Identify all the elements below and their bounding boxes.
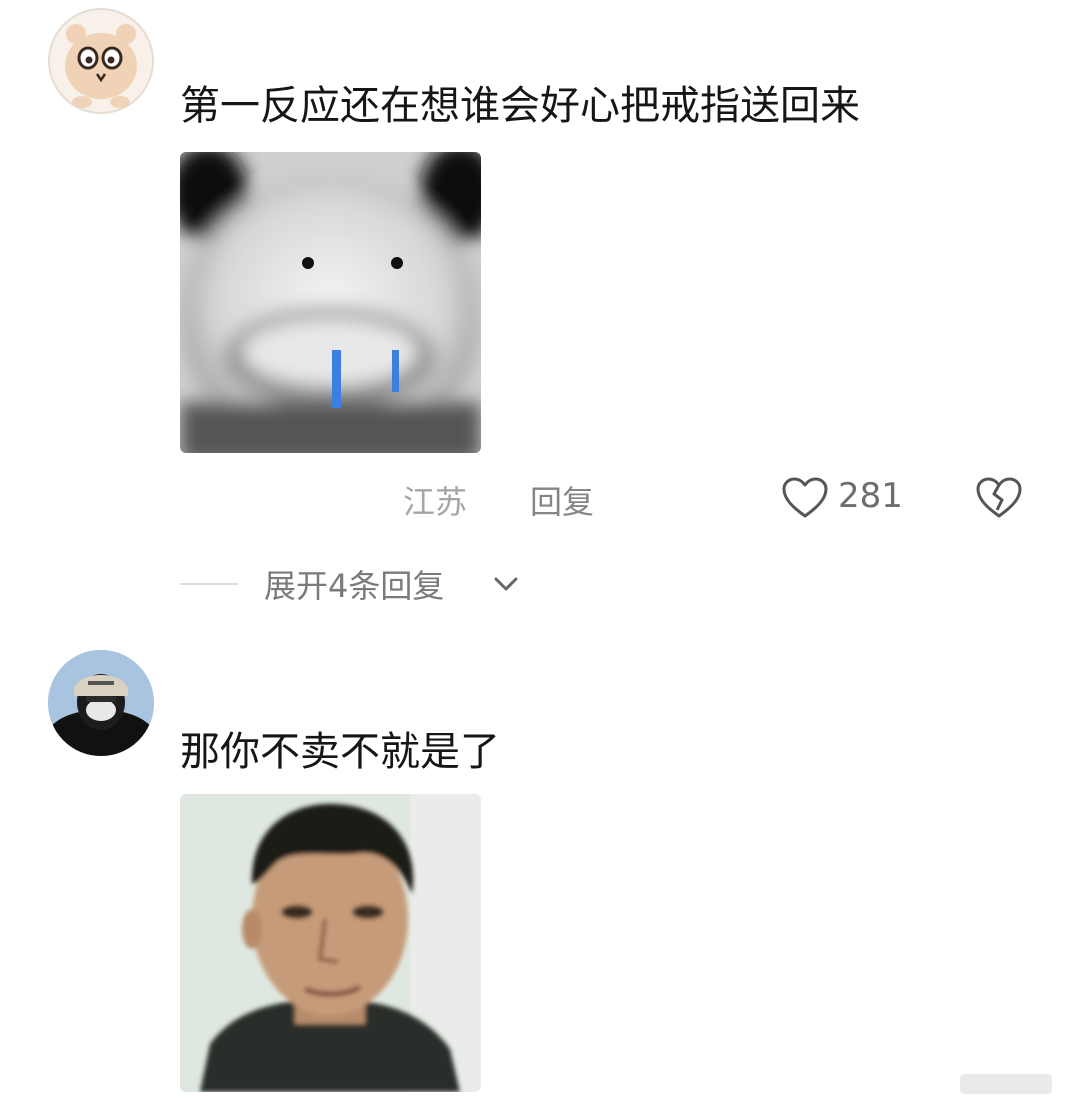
comment-image[interactable]: [180, 152, 481, 453]
avatar[interactable]: [48, 8, 154, 114]
watermark: [960, 1074, 1052, 1094]
avatar[interactable]: [48, 650, 154, 756]
comment-meta: 江苏 回复 281: [0, 474, 1080, 524]
expand-replies-row[interactable]: 展开4条回复: [0, 559, 1080, 609]
like-count: 281: [838, 476, 903, 516]
chevron-down-icon[interactable]: [491, 569, 521, 599]
bear-avatar-icon: [48, 8, 154, 114]
comment-2: 那你不卖不就是了: [0, 640, 1080, 1098]
reply-button[interactable]: 回复: [530, 477, 594, 523]
comment-1: 第一反应还在想谁会好心把戒指送回来 江苏 回复 281 展开4条回复: [0, 0, 1080, 620]
masked-person-avatar-icon: [48, 650, 154, 756]
expand-replies-button[interactable]: 展开4条回复: [264, 561, 444, 607]
location-label: 江苏: [403, 483, 468, 521]
comment-image[interactable]: [180, 794, 481, 1092]
like-heart-icon[interactable]: [781, 476, 829, 520]
crying-panda-sticker-icon: [180, 152, 481, 453]
dislike-broken-heart-icon[interactable]: [975, 476, 1023, 520]
divider-line: [180, 583, 238, 585]
man-portrait-meme-icon: [180, 794, 481, 1092]
comment-text: 第一反应还在想谁会好心把戒指送回来: [180, 83, 860, 129]
comment-text: 那你不卖不就是了: [180, 729, 500, 775]
